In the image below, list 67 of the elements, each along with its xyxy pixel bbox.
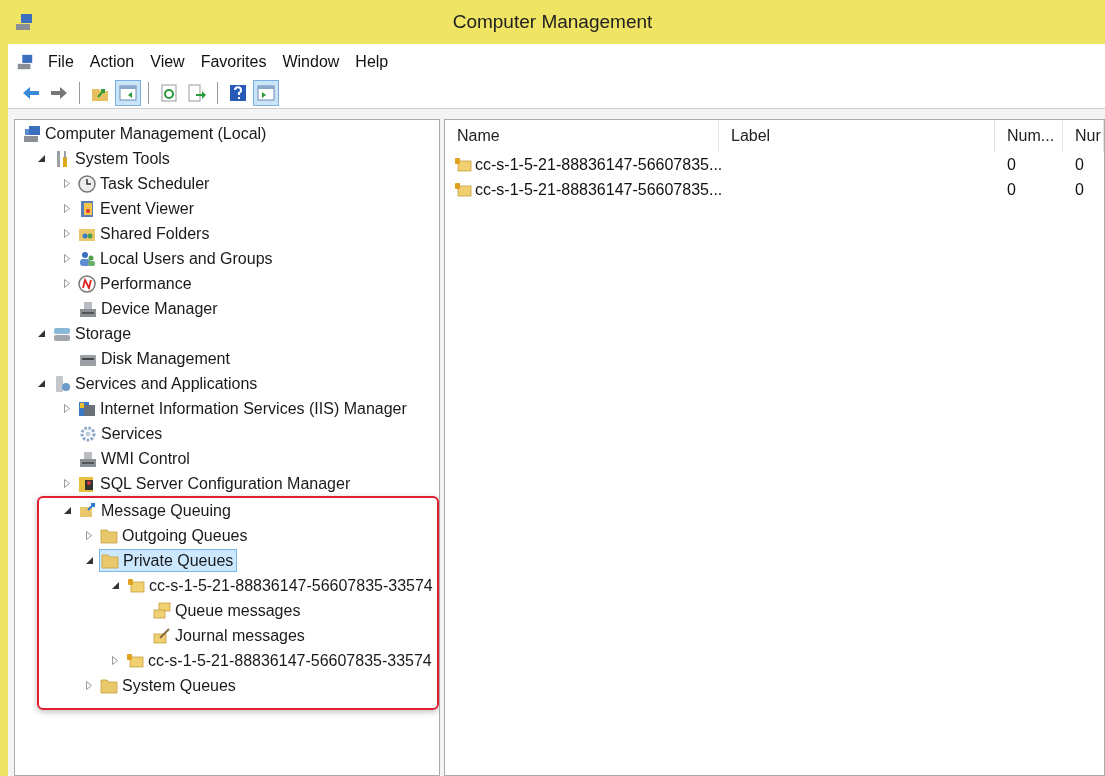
tree-item[interactable]: Journal messages	[151, 624, 309, 647]
tree-item[interactable]: Services and Applications	[51, 372, 262, 395]
column-header[interactable]: Nur	[1063, 120, 1104, 152]
menu-item[interactable]: File	[40, 50, 82, 74]
tree-item[interactable]: Disk Management	[77, 347, 234, 370]
window-title: Computer Management	[451, 9, 654, 34]
app-icon	[16, 53, 34, 71]
tree-item[interactable]: cc-s-1-5-21-88836147-56607835-33574	[125, 574, 437, 597]
toolbar-separator	[148, 81, 149, 104]
table-cell-text: 0	[1006, 154, 1017, 175]
computer-icon	[22, 123, 42, 144]
collapse-arrow-icon[interactable]	[38, 155, 45, 162]
tree-item[interactable]: Internet Information Services (IIS) Manager	[76, 397, 411, 420]
collapse-arrow-icon[interactable]	[86, 557, 93, 564]
tree-item[interactable]: cc-s-1-5-21-88836147-56607835-33574	[124, 649, 436, 672]
tree-item[interactable]: Performance	[76, 272, 196, 295]
tree-item[interactable]: SQL Server Configuration Manager	[76, 472, 355, 495]
tree-item[interactable]: Outgoing Queues	[98, 524, 252, 547]
toolbar-separator	[79, 81, 80, 104]
tree-item[interactable]: Computer Management (Local)	[21, 122, 271, 145]
collapse-arrow-icon[interactable]	[38, 380, 45, 387]
tree-pane-icon[interactable]	[115, 79, 141, 106]
messages-icon	[152, 600, 172, 621]
tree-item[interactable]: WMI Control	[77, 447, 194, 470]
toolbar-separator	[217, 81, 218, 104]
clock-icon	[77, 173, 97, 194]
tree-item[interactable]: Private Queues	[99, 549, 238, 572]
collapse-arrow-icon[interactable]	[112, 582, 119, 589]
expand-arrow-icon[interactable]	[64, 179, 70, 188]
table-cell-text: 0	[1074, 154, 1085, 175]
column-header[interactable]: Label	[719, 120, 995, 152]
menu-item[interactable]: Action	[81, 50, 143, 74]
expand-arrow-icon[interactable]	[64, 479, 70, 488]
tree-item[interactable]: Services	[77, 422, 167, 445]
tree-item[interactable]: Message Queuing	[77, 499, 235, 522]
tree-item[interactable]: Storage	[51, 322, 136, 345]
column-header[interactable]: Num...	[995, 120, 1063, 152]
tree-item[interactable]: System Tools	[51, 147, 174, 170]
menu-item[interactable]: Help	[347, 50, 397, 74]
tree-item[interactable]: Shared Folders	[76, 222, 214, 245]
expand-arrow-icon[interactable]	[86, 681, 92, 690]
journal-icon	[152, 625, 172, 646]
gauge-icon	[77, 273, 97, 294]
tree-item[interactable]: Local Users and Groups	[76, 247, 277, 270]
menu-item[interactable]: Favorites	[192, 50, 275, 74]
menu-item[interactable]: Window	[274, 50, 348, 74]
tree-item[interactable]: Device Manager	[77, 297, 222, 320]
tree-item[interactable]: Task Scheduler	[76, 172, 214, 195]
tree-item[interactable]: Event Viewer	[76, 197, 198, 220]
collapse-arrow-icon[interactable]	[64, 507, 71, 514]
table-cell-text: 0	[1006, 179, 1017, 200]
expand-arrow-icon[interactable]	[86, 531, 92, 540]
collapse-arrow-icon[interactable]	[38, 330, 45, 337]
table-cell[interactable]: cc-s-1-5-21-88836147-56607835...	[445, 177, 719, 202]
expand-arrow-icon[interactable]	[64, 279, 70, 288]
expand-arrow-icon[interactable]	[112, 656, 118, 665]
menu-item[interactable]: View	[142, 50, 193, 74]
expand-arrow-icon[interactable]	[64, 204, 70, 213]
tree-item[interactable]: System Queues	[98, 674, 240, 697]
expand-arrow-icon[interactable]	[64, 254, 70, 263]
table-cell-text: 0	[1074, 179, 1085, 200]
app-icon	[14, 12, 34, 32]
table-cell[interactable]: cc-s-1-5-21-88836147-56607835...	[445, 152, 719, 177]
expand-arrow-icon[interactable]	[64, 404, 70, 413]
tree-item[interactable]: Queue messages	[151, 599, 305, 622]
expand-arrow-icon[interactable]	[64, 229, 70, 238]
column-header[interactable]: Name	[445, 120, 719, 152]
